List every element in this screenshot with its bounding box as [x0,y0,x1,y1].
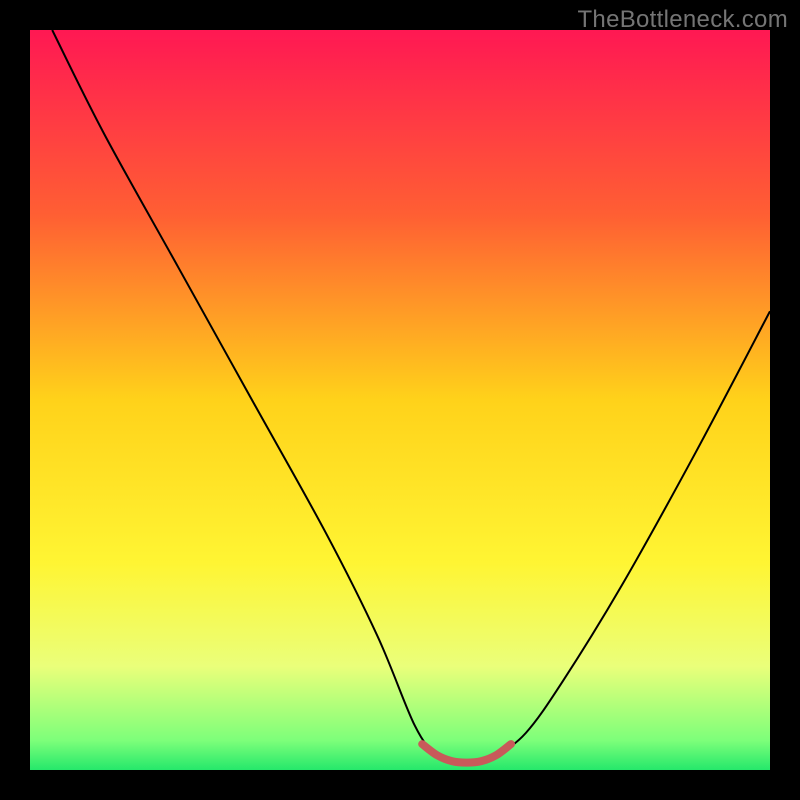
curves-layer [30,30,770,770]
plot-area [30,30,770,770]
optimal-band [422,744,511,763]
chart-container: TheBottleneck.com [0,0,800,800]
bottleneck-curve [52,30,770,764]
